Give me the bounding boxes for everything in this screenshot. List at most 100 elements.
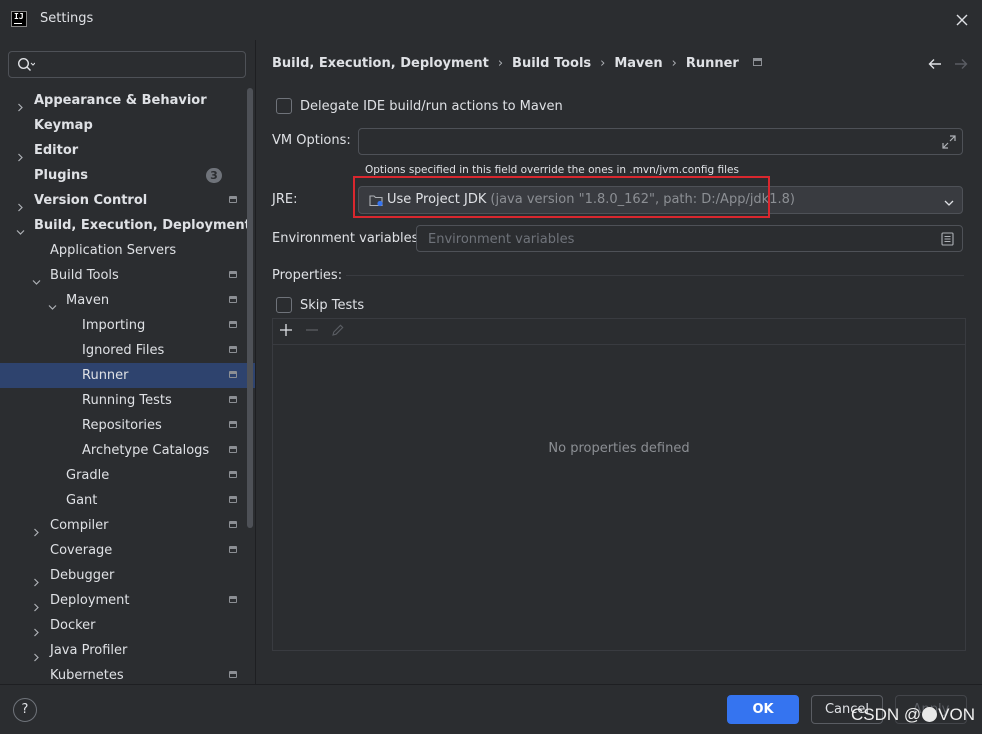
settings-search[interactable] bbox=[8, 51, 246, 78]
sidebar-item-compiler[interactable]: Compiler bbox=[0, 513, 255, 538]
expand-icon[interactable] bbox=[942, 135, 956, 153]
project-level-icon bbox=[229, 671, 237, 678]
help-button[interactable]: ? bbox=[13, 698, 37, 722]
intellij-app-icon: IJ bbox=[11, 11, 27, 27]
sidebar-item-deployment[interactable]: Deployment bbox=[0, 588, 255, 613]
csdn-watermark: CSDN @ VON bbox=[851, 705, 975, 724]
sidebar-item-version-control[interactable]: Version Control bbox=[0, 188, 255, 213]
back-arrow-icon[interactable] bbox=[928, 58, 942, 74]
sidebar-item-gant[interactable]: Gant bbox=[0, 488, 255, 513]
chevron-right-icon: › bbox=[671, 56, 677, 71]
properties-empty-text: No properties defined bbox=[548, 441, 690, 456]
sidebar-item-plugins[interactable]: Plugins 3 bbox=[0, 163, 255, 188]
sidebar-item-docker[interactable]: Docker bbox=[0, 613, 255, 638]
project-level-icon bbox=[229, 596, 237, 603]
chevron-right-icon[interactable] bbox=[32, 646, 41, 662]
project-level-icon bbox=[229, 421, 237, 428]
settings-tree: Appearance & Behavior Keymap Editor Plugins… bbox=[0, 88, 255, 684]
sidebar-item-ignored-files[interactable]: Ignored Files bbox=[0, 338, 255, 363]
edit-list-icon[interactable] bbox=[941, 232, 954, 250]
sidebar-item-label: Running Tests bbox=[82, 393, 172, 408]
project-level-icon bbox=[229, 521, 237, 528]
sidebar-item-label: Build, Execution, Deployment bbox=[34, 218, 251, 233]
chevron-right-icon[interactable] bbox=[16, 96, 25, 112]
sidebar-item-kubernetes[interactable]: Kubernetes bbox=[0, 663, 255, 684]
chevron-right-icon[interactable] bbox=[32, 571, 41, 587]
vm-options-hint: Options specified in this field override… bbox=[365, 164, 739, 176]
sidebar-item-gradle[interactable]: Gradle bbox=[0, 463, 255, 488]
chevron-right-icon[interactable] bbox=[16, 146, 25, 162]
chevron-right-icon[interactable] bbox=[16, 196, 25, 212]
sidebar-item-label: Deployment bbox=[50, 593, 130, 608]
update-count-badge: 3 bbox=[206, 168, 222, 183]
chevron-down-icon[interactable] bbox=[16, 221, 25, 235]
vm-options-field[interactable] bbox=[358, 128, 963, 155]
sidebar-item-label: Plugins bbox=[34, 168, 88, 183]
sidebar-scrollbar[interactable] bbox=[247, 88, 253, 528]
project-level-icon bbox=[752, 58, 762, 66]
sidebar-item-build-tools[interactable]: Build Tools bbox=[0, 263, 255, 288]
sidebar-item-label: Ignored Files bbox=[82, 343, 165, 358]
sidebar-item-label: Application Servers bbox=[50, 243, 177, 258]
title-bar: IJ Settings bbox=[0, 0, 982, 40]
breadcrumb-item[interactable]: Build Tools bbox=[512, 56, 591, 71]
sidebar-item-label: Java Profiler bbox=[50, 643, 128, 658]
search-icon bbox=[17, 57, 36, 77]
sidebar-item-label: Importing bbox=[82, 318, 146, 333]
add-icon[interactable] bbox=[279, 323, 293, 341]
sidebar-item-runner[interactable]: Runner bbox=[0, 363, 255, 388]
skip-tests-label[interactable]: Skip Tests bbox=[300, 298, 364, 313]
sidebar-item-importing[interactable]: Importing bbox=[0, 313, 255, 338]
chevron-right-icon[interactable] bbox=[32, 621, 41, 637]
watermark-avatar-dot bbox=[922, 707, 938, 722]
search-input[interactable] bbox=[39, 56, 243, 75]
sidebar-item-label: Docker bbox=[50, 618, 96, 633]
forward-arrow-icon[interactable] bbox=[954, 58, 968, 74]
sidebar-item-running-tests[interactable]: Running Tests bbox=[0, 388, 255, 413]
project-level-icon bbox=[229, 196, 237, 203]
sidebar-item-editor[interactable]: Editor bbox=[0, 138, 255, 163]
sidebar-item-label: Gradle bbox=[66, 468, 110, 483]
sidebar-item-label: Repositories bbox=[82, 418, 162, 433]
breadcrumb-item[interactable]: Build, Execution, Deployment bbox=[272, 56, 489, 71]
chevron-down-icon[interactable] bbox=[48, 296, 57, 310]
chevron-right-icon: › bbox=[600, 56, 606, 71]
sidebar-item-archetype-catalogs[interactable]: Archetype Catalogs bbox=[0, 438, 255, 463]
breadcrumb-item: Runner bbox=[685, 56, 739, 71]
sidebar-item-maven[interactable]: Maven bbox=[0, 288, 255, 313]
skip-tests-checkbox[interactable] bbox=[276, 297, 292, 313]
breadcrumb-item[interactable]: Maven bbox=[614, 56, 662, 71]
ok-button[interactable]: OK bbox=[727, 695, 799, 724]
sidebar-item-appearance-behavior[interactable]: Appearance & Behavior bbox=[0, 88, 255, 113]
vm-options-label: VM Options: bbox=[272, 133, 351, 148]
settings-sidebar: Appearance & Behavior Keymap Editor Plugins… bbox=[0, 40, 255, 684]
delegate-checkbox[interactable] bbox=[276, 98, 292, 114]
section-separator bbox=[346, 275, 964, 276]
delegate-label[interactable]: Delegate IDE build/run actions to Maven bbox=[300, 99, 563, 114]
sidebar-item-coverage[interactable]: Coverage bbox=[0, 538, 255, 563]
sidebar-item-label: Build Tools bbox=[50, 268, 119, 283]
project-level-icon bbox=[229, 321, 237, 328]
sidebar-item-label: Archetype Catalogs bbox=[82, 443, 210, 458]
sidebar-item-keymap[interactable]: Keymap bbox=[0, 113, 255, 138]
sidebar-item-label: Maven bbox=[66, 293, 110, 308]
close-icon[interactable] bbox=[952, 10, 972, 30]
sidebar-item-repositories[interactable]: Repositories bbox=[0, 413, 255, 438]
sidebar-item-label: Debugger bbox=[50, 568, 115, 583]
chevron-right-icon[interactable] bbox=[32, 596, 41, 612]
jre-label: JRE: bbox=[272, 192, 298, 207]
properties-label: Properties: bbox=[272, 268, 343, 283]
settings-content: Build, Execution, Deployment › Build Tools… bbox=[256, 40, 982, 684]
remove-icon[interactable] bbox=[305, 323, 319, 341]
sidebar-item-label: Kubernetes bbox=[50, 668, 124, 683]
chevron-right-icon[interactable] bbox=[32, 521, 41, 537]
sidebar-item-application-servers[interactable]: Application Servers bbox=[0, 238, 255, 263]
edit-pencil-icon[interactable] bbox=[331, 323, 345, 341]
chevron-down-icon[interactable] bbox=[32, 271, 41, 285]
environment-variables-input[interactable] bbox=[426, 231, 930, 248]
sidebar-item-label: Runner bbox=[82, 368, 129, 383]
sidebar-item-debugger[interactable]: Debugger bbox=[0, 563, 255, 588]
sidebar-item-build-execution-deployment[interactable]: Build, Execution, Deployment bbox=[0, 213, 255, 238]
environment-variables-field[interactable] bbox=[416, 225, 963, 252]
sidebar-item-java-profiler[interactable]: Java Profiler bbox=[0, 638, 255, 663]
